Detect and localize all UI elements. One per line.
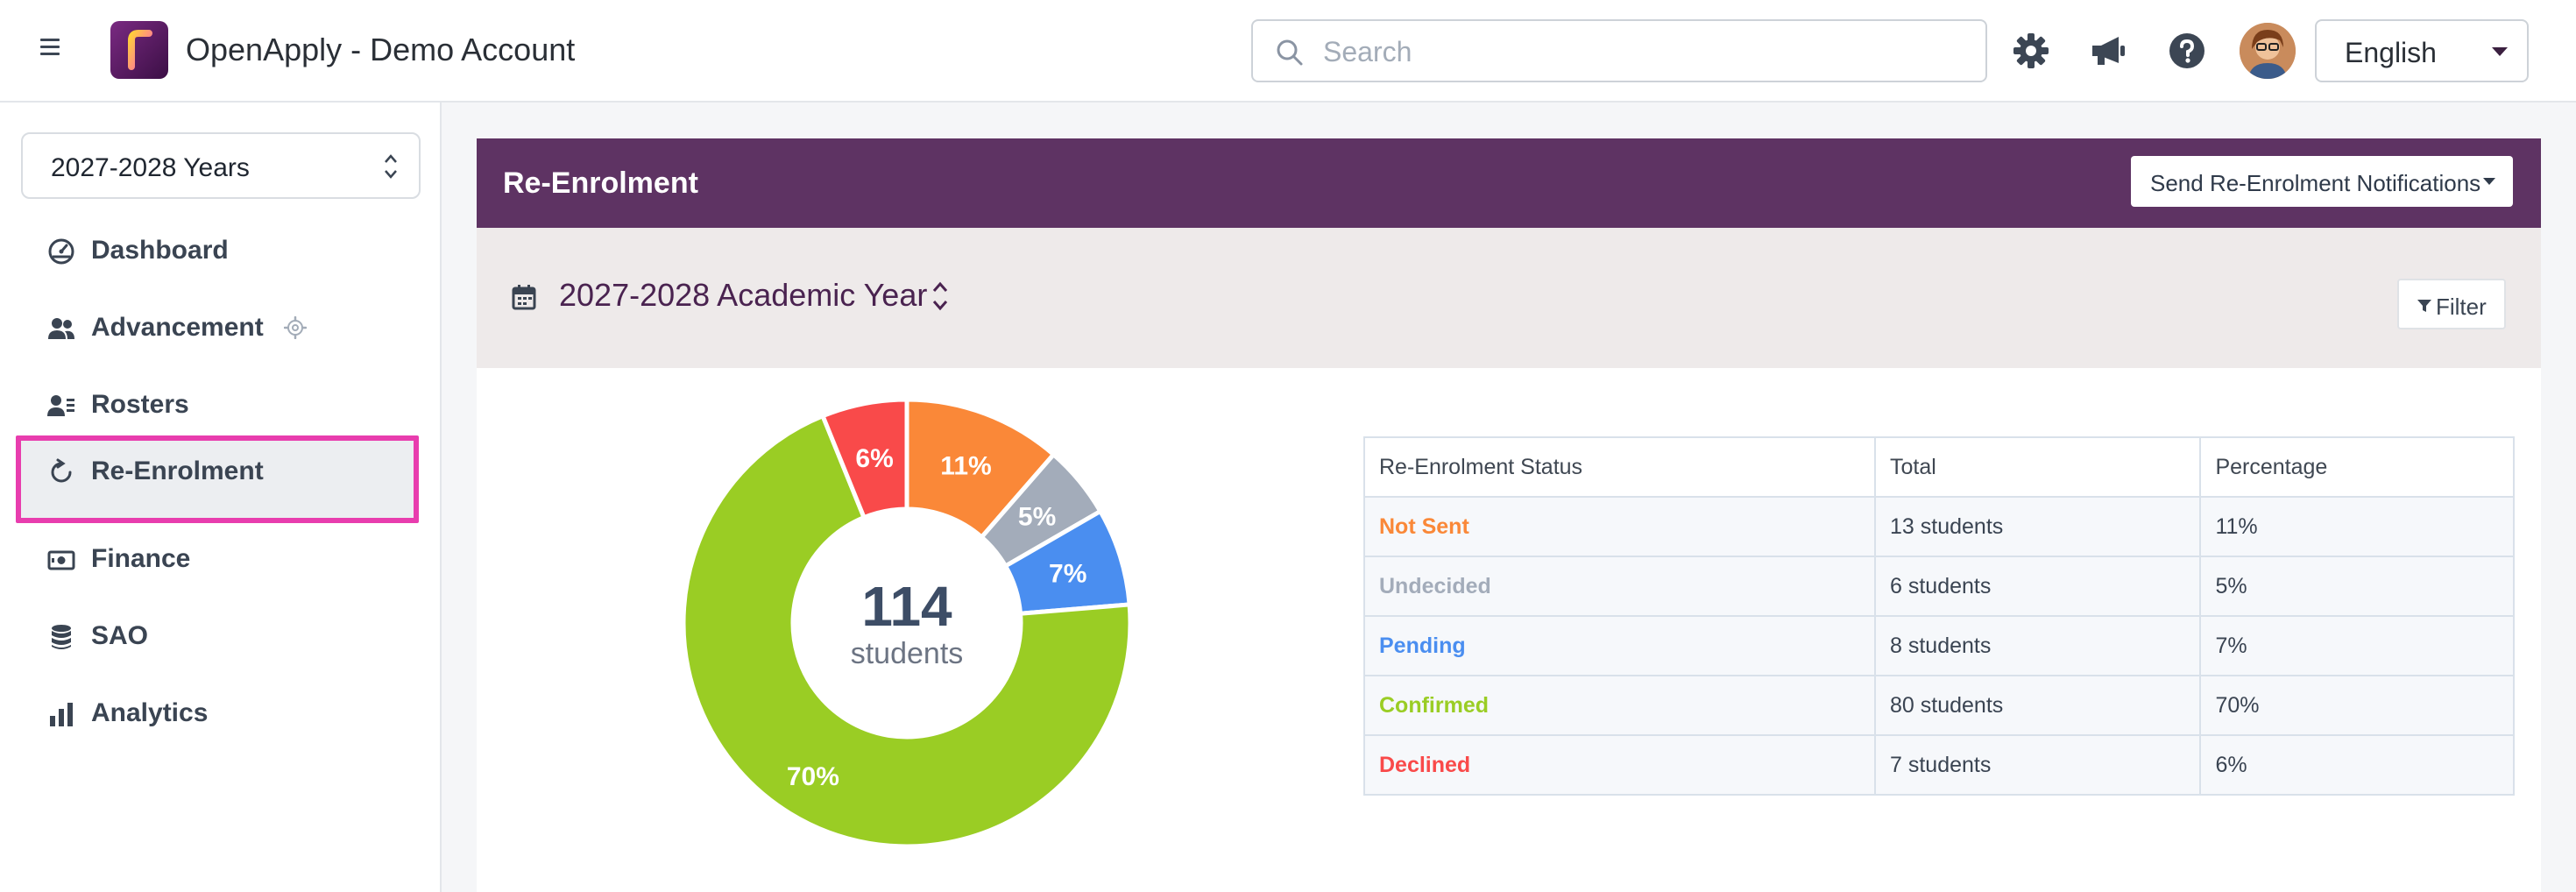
table-row: Pending 8 students 7% xyxy=(1362,615,2515,676)
table-row: Not Sent 13 students 11% xyxy=(1362,496,2515,557)
avatar[interactable] xyxy=(2240,23,2296,79)
status-cell: Pending xyxy=(1362,615,1877,676)
settings-gear-icon[interactable] xyxy=(284,316,307,339)
page-title: Re-Enrolment xyxy=(503,166,698,200)
donut-data-label: 6% xyxy=(855,444,893,473)
sidebar-item-advancement[interactable]: Advancement xyxy=(16,292,419,365)
year-select-value: 2027-2028 Years xyxy=(51,153,250,182)
table-row: Declined 7 students 6% xyxy=(1362,734,2515,796)
megaphone-icon[interactable] xyxy=(2089,32,2127,70)
sidebar-item-label: Dashboard xyxy=(91,236,229,265)
dashboard-gauge-icon xyxy=(48,238,74,265)
sidebar-item-label: SAO xyxy=(91,621,149,650)
filter-label: Filter xyxy=(2436,294,2487,320)
column-header: Total xyxy=(1874,436,2202,498)
status-cell: Declined xyxy=(1362,734,1877,796)
table-row: Undecided 6 students 5% xyxy=(1362,556,2515,617)
users-icon xyxy=(48,318,74,339)
send-notifications-label: Send Re-Enrolment Notifications xyxy=(2150,170,2481,196)
academic-year-bar: 2027-2028 Academic Year Filter xyxy=(477,228,2541,368)
search-box[interactable] xyxy=(1251,19,1987,82)
status-cell: Undecided xyxy=(1362,556,1877,617)
sidebar-item-re-enrolment[interactable]: Re-Enrolment xyxy=(16,435,419,523)
percentage-cell: 6% xyxy=(2199,734,2515,796)
total-students-count: 114 xyxy=(861,575,952,638)
refresh-icon xyxy=(51,458,72,483)
re-enrolment-status-table: Re-Enrolment Status Total Percentage Not… xyxy=(1362,436,2515,796)
table-header-row: Re-Enrolment Status Total Percentage xyxy=(1362,436,2515,498)
sidebar-item-label: Re-Enrolment xyxy=(91,457,264,485)
sidebar-item-label: Analytics xyxy=(91,698,209,727)
sidebar-item-label: Advancement xyxy=(91,313,264,342)
updown-chevron-icon[interactable] xyxy=(931,279,950,314)
search-input[interactable] xyxy=(1323,33,1954,70)
donut-data-label: 5% xyxy=(1018,503,1056,532)
total-students-label: students xyxy=(850,637,964,670)
filter-button[interactable]: Filter xyxy=(2397,279,2506,329)
total-cell: 13 students xyxy=(1874,496,2202,557)
sidebar-item-analytics[interactable]: Analytics xyxy=(16,677,419,751)
sidebar-item-finance[interactable]: Finance xyxy=(16,523,419,597)
search-icon xyxy=(1277,39,1303,66)
app-title: OpenApply - Demo Account xyxy=(186,32,576,67)
total-cell: 7 students xyxy=(1874,734,2202,796)
sidebar-item-label: Finance xyxy=(91,544,191,573)
status-cell: Not Sent xyxy=(1362,496,1877,557)
donut-data-label: 7% xyxy=(1049,560,1086,589)
column-header: Percentage xyxy=(2199,436,2515,498)
percentage-cell: 7% xyxy=(2199,615,2515,676)
updown-chevron-icon xyxy=(385,154,397,179)
hamburger-menu-icon[interactable] xyxy=(40,39,60,56)
year-select[interactable]: 2027-2028 Years xyxy=(21,132,421,199)
calendar-icon xyxy=(512,285,536,310)
status-cell: Confirmed xyxy=(1362,675,1877,736)
filter-funnel-icon xyxy=(2417,300,2431,312)
top-bar: OpenApply - Demo Account Search English xyxy=(0,0,2576,103)
percentage-cell: 11% xyxy=(2199,496,2515,557)
sidebar: 2027-2028 Years Dashboard Advancement Ro… xyxy=(0,103,442,892)
chevron-down-icon xyxy=(2492,47,2508,56)
language-select[interactable]: English xyxy=(2315,19,2529,82)
sidebar-item-sao[interactable]: SAO xyxy=(16,600,419,674)
sidebar-item-label: Rosters xyxy=(91,390,189,419)
column-header: Re-Enrolment Status xyxy=(1362,436,1877,498)
donut-data-label: 11% xyxy=(940,452,991,481)
sidebar-item-rosters[interactable]: Rosters xyxy=(16,369,419,442)
gear-icon[interactable] xyxy=(2012,32,2050,70)
total-cell: 8 students xyxy=(1874,615,2202,676)
database-icon xyxy=(52,625,71,649)
openapply-logo[interactable] xyxy=(110,21,168,79)
re-enrolment-header: Re-Enrolment Send Re-Enrolment Notificat… xyxy=(477,138,2541,228)
academic-year-select[interactable]: 2027-2028 Academic Year xyxy=(559,277,927,314)
chevron-down-icon xyxy=(2483,178,2495,185)
language-value: English xyxy=(2345,37,2437,68)
table-row: Confirmed 80 students 70% xyxy=(1362,675,2515,736)
total-cell: 80 students xyxy=(1874,675,2202,736)
sidebar-item-dashboard[interactable]: Dashboard xyxy=(16,215,419,288)
percentage-cell: 70% xyxy=(2199,675,2515,736)
help-icon[interactable] xyxy=(2168,32,2206,70)
send-notifications-button[interactable]: Send Re-Enrolment Notifications xyxy=(2131,156,2513,207)
percentage-cell: 5% xyxy=(2199,556,2515,617)
bar-chart-icon xyxy=(50,703,73,726)
money-icon xyxy=(47,550,75,570)
roster-icon xyxy=(47,395,74,416)
donut-data-label: 70% xyxy=(787,762,839,791)
total-cell: 6 students xyxy=(1874,556,2202,617)
